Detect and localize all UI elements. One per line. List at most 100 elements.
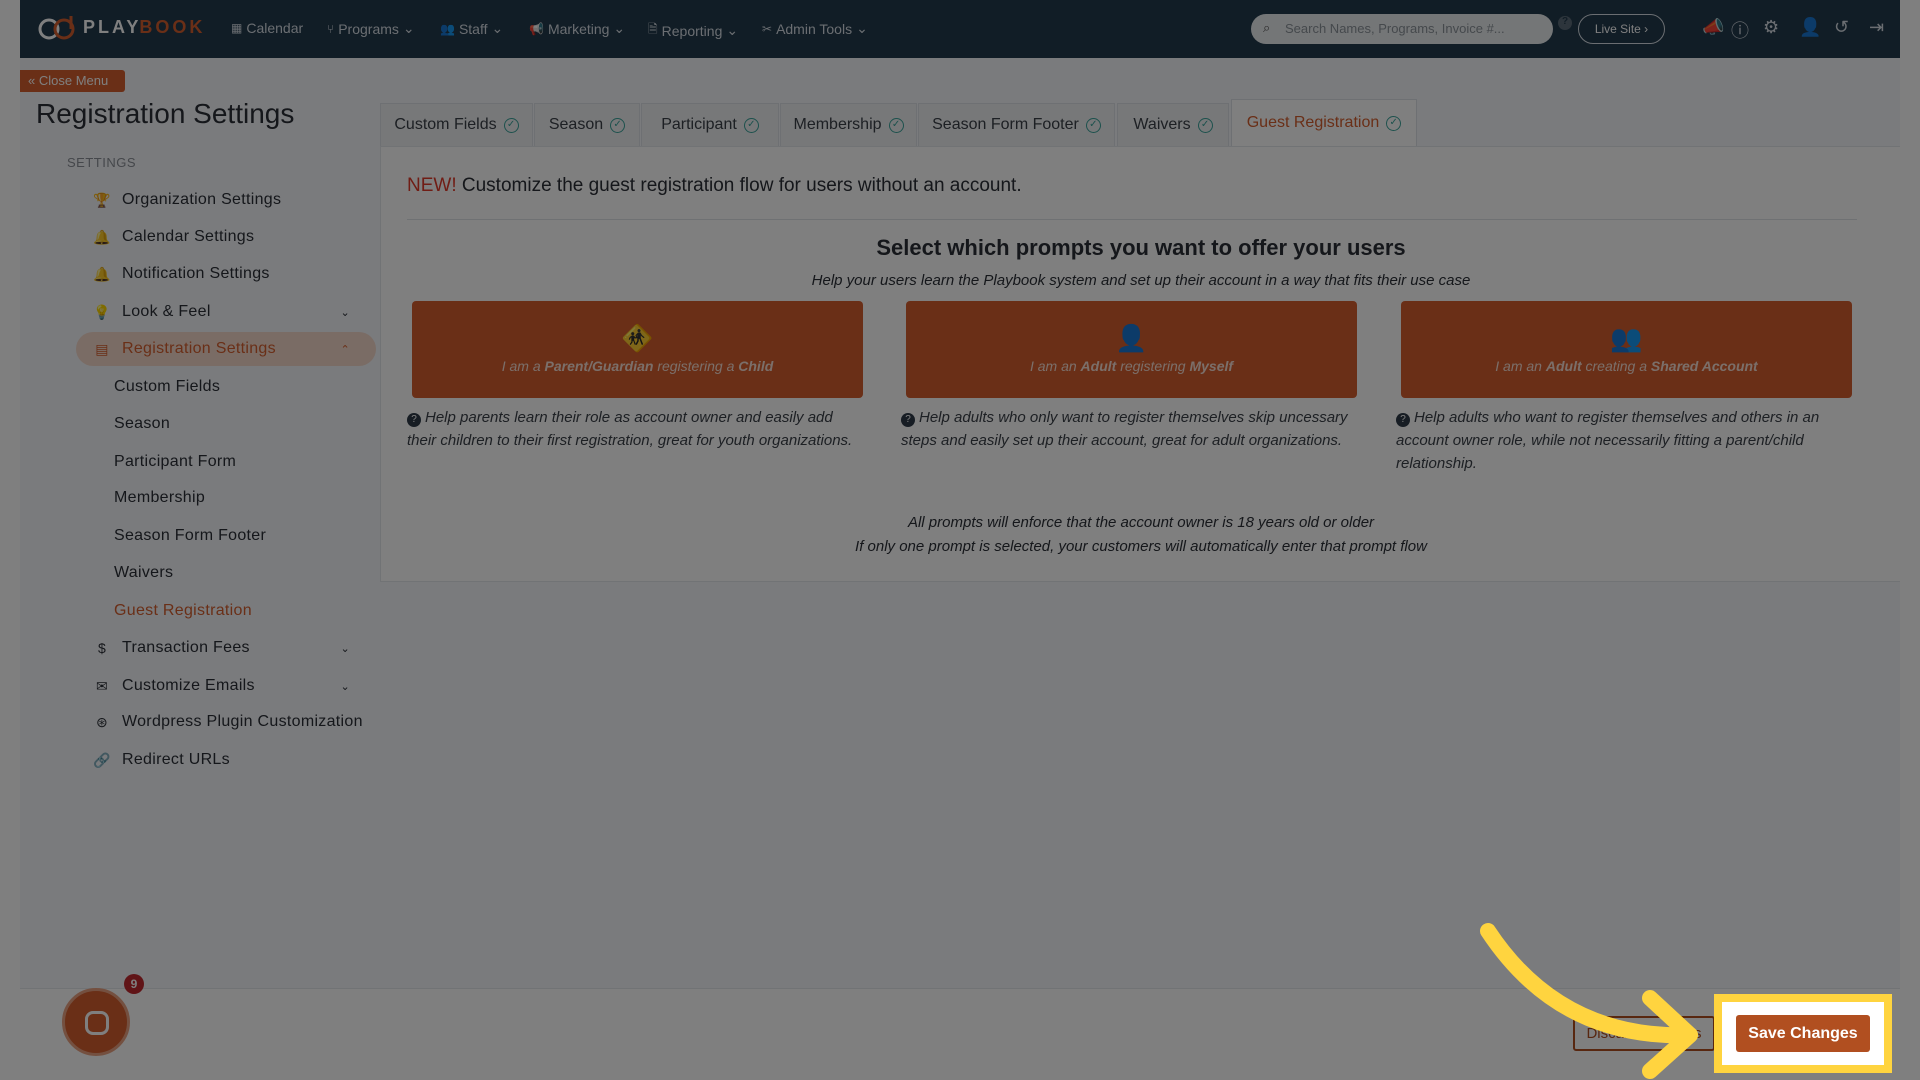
- sidebar-item-customize-emails[interactable]: ✉ Customize Emails ⌄: [76, 669, 376, 703]
- prompts-heading: Select which prompts you want to offer y…: [876, 235, 1406, 260]
- programs-icon: ⑂: [327, 21, 335, 36]
- chevron-down-icon: ⌄: [726, 22, 739, 38]
- prompt-card-2[interactable]: 👤 I am an Adult registering Myself: [906, 301, 1357, 398]
- search-help-icon[interactable]: ?: [1558, 16, 1572, 30]
- label-part: registering a: [653, 358, 739, 374]
- sidebar-item-label: Season: [114, 415, 171, 432]
- chevron-down-icon[interactable]: ⌄: [340, 680, 350, 693]
- sidebar-item-look-feel[interactable]: 💡 Look & Feel ⌄: [76, 295, 376, 329]
- gear-icon[interactable]: ⚙: [1763, 17, 1779, 38]
- tab-membership[interactable]: Membership ✓: [780, 103, 917, 146]
- chat-widget-button[interactable]: [62, 988, 130, 1056]
- new-description: Customize the guest registration flow fo…: [456, 175, 1022, 196]
- staff-icon: 👥: [440, 21, 455, 36]
- sidebar-item-custom-fields[interactable]: Custom Fields: [114, 370, 414, 404]
- prompt-card-1[interactable]: 🚸 I am a Parent/Guardian registering a Ch…: [412, 301, 863, 398]
- sidebar-item-label: Wordpress Plugin Customization: [122, 713, 363, 730]
- help-icon[interactable]: ⓘ: [1731, 17, 1749, 43]
- chevron-down-icon: ⌄: [613, 20, 626, 36]
- tab-custom-fields[interactable]: Custom Fields ✓: [380, 103, 533, 146]
- sidebar-item-label: Custom Fields: [114, 378, 221, 395]
- add-user-icon[interactable]: 👤: [1799, 17, 1821, 38]
- nav-marketing[interactable]: 📢 Marketing ⌄: [529, 20, 625, 37]
- discard-changes-button[interactable]: Discard Changes: [1573, 1016, 1715, 1051]
- logo-mark-icon: [38, 16, 75, 40]
- history-icon[interactable]: ↺: [1834, 17, 1849, 38]
- prompt-card-3[interactable]: 👥 I am an Adult creating a Shared Account: [1401, 301, 1852, 398]
- nav-admin-tools[interactable]: ✂ Admin Tools ⌄: [762, 20, 868, 37]
- envelope-icon: ✉: [95, 677, 109, 694]
- sidebar-item-label: Guest Registration: [114, 602, 252, 619]
- sidebar-item-label: Transaction Fees: [122, 639, 250, 656]
- search-icon: ⌕: [1263, 20, 1271, 35]
- announcement-icon[interactable]: 📣: [1702, 17, 1724, 38]
- tab-season[interactable]: Season ✓: [534, 103, 640, 146]
- nav-label: Programs: [338, 20, 399, 37]
- chevron-down-icon: ⌄: [856, 20, 868, 36]
- nav-calendar[interactable]: ▦ Calendar: [231, 20, 303, 36]
- tab-waivers[interactable]: Waivers ✓: [1117, 103, 1229, 146]
- label-part: Adult: [1080, 358, 1117, 374]
- guest-registration-panel: NEW! Customize the guest registration fl…: [380, 146, 1900, 582]
- sidebar-item-registration-settings[interactable]: ▤ Registration Settings ⌃: [76, 332, 376, 366]
- nav-staff[interactable]: 👥 Staff ⌄: [440, 20, 503, 37]
- tab-label: Season: [548, 116, 604, 133]
- question-icon: ?: [1396, 413, 1410, 427]
- tab-label: Membership: [793, 116, 882, 133]
- wordpress-icon: ⊛: [95, 713, 109, 730]
- app: PLAY BOOK ▦ Calendar ⑂ Programs ⌄ 👥 Staff ⌄ 📢 Mark…: [20, 0, 1900, 1080]
- tools-icon: ✂: [762, 21, 773, 36]
- close-menu-button[interactable]: « Close Menu: [20, 70, 125, 92]
- tab-label: Participant: [661, 116, 737, 133]
- check-circle-icon: ✓: [610, 117, 626, 133]
- nav-label: Staff: [458, 20, 488, 37]
- chevron-down-icon: ⌄: [491, 20, 504, 36]
- sidebar-item-waivers[interactable]: Waivers: [114, 556, 414, 590]
- tab-participant[interactable]: Participant ✓: [641, 103, 779, 146]
- description-text: Help adults who only want to register th…: [901, 409, 1348, 449]
- save-highlight: Save Changes: [1714, 994, 1892, 1073]
- sidebar-item-season-form-footer[interactable]: Season Form Footer: [114, 519, 414, 553]
- sidebar-item-label: Participant Form: [114, 453, 237, 470]
- nav-programs[interactable]: ⑂ Programs ⌄: [327, 20, 415, 37]
- tab-label: Guest Registration: [1246, 114, 1380, 131]
- prompt-description: ? Help adults who want to register themse…: [1396, 406, 1851, 475]
- sidebar-item-label: Season Form Footer: [114, 527, 267, 544]
- check-circle-icon: ✓: [503, 117, 519, 133]
- logout-icon[interactable]: ⇥: [1869, 17, 1884, 38]
- chevron-down-icon[interactable]: ⌄: [340, 306, 350, 319]
- sidebar-item-guest-registration[interactable]: Guest Registration: [114, 594, 414, 628]
- users-icon: 👥: [1610, 323, 1643, 353]
- search-input[interactable]: ⌕ Search Names, Programs, Invoice #...: [1251, 14, 1553, 44]
- chevron-down-icon[interactable]: ⌄: [340, 642, 350, 655]
- sidebar-item-participant-form[interactable]: Participant Form: [114, 445, 414, 479]
- nav-label: Calendar: [246, 20, 304, 36]
- sidebar-item-calendar-settings[interactable]: 🔔 Calendar Settings: [76, 220, 376, 254]
- label-part: Child: [738, 358, 774, 374]
- tab-guest-registration[interactable]: Guest Registration ✓: [1231, 99, 1417, 146]
- sidebar-item-wordpress-plugin-customization[interactable]: ⊛ Wordpress Plugin Customization: [76, 705, 376, 739]
- bell-icon: 🔔: [93, 228, 111, 245]
- nav-reporting[interactable]: 🗎 Reporting ⌄: [648, 20, 738, 41]
- chevron-up-icon[interactable]: ⌃: [340, 343, 350, 356]
- sidebar-item-season[interactable]: Season: [114, 407, 414, 441]
- save-changes-button[interactable]: Save Changes: [1736, 1015, 1870, 1052]
- brand-play: PLAY: [83, 16, 142, 37]
- sidebar-item-membership[interactable]: Membership: [114, 481, 414, 515]
- sidebar-item-label: Redirect URLs: [122, 751, 230, 768]
- user-icon: 👤: [1115, 323, 1148, 353]
- playbook-logo[interactable]: PLAY BOOK: [37, 14, 205, 40]
- sidebar-item-organization-settings[interactable]: 🏆 Organization Settings: [76, 183, 376, 217]
- sidebar-item-redirect-urls[interactable]: 🔗 Redirect URLs: [76, 743, 376, 777]
- nav-label: Reporting: [661, 22, 723, 39]
- live-site-button[interactable]: Live Site ›: [1578, 14, 1665, 44]
- label-part: Parent/Guardian: [544, 358, 654, 374]
- sidebar-item-transaction-fees[interactable]: $ Transaction Fees ⌄: [76, 631, 376, 665]
- sidebar-item-label: Look & Feel: [122, 303, 211, 320]
- sidebar-item-label: Customize Emails: [122, 677, 255, 694]
- new-tag: NEW!: [407, 175, 457, 196]
- tab-season-form-footer[interactable]: Season Form Footer ✓: [918, 103, 1115, 146]
- sidebar-item-notification-settings[interactable]: 🔔 Notification Settings: [76, 257, 376, 291]
- single-prompt-note: If only one prompt is selected, your cus…: [855, 538, 1427, 555]
- page-title: Registration Settings: [36, 98, 295, 129]
